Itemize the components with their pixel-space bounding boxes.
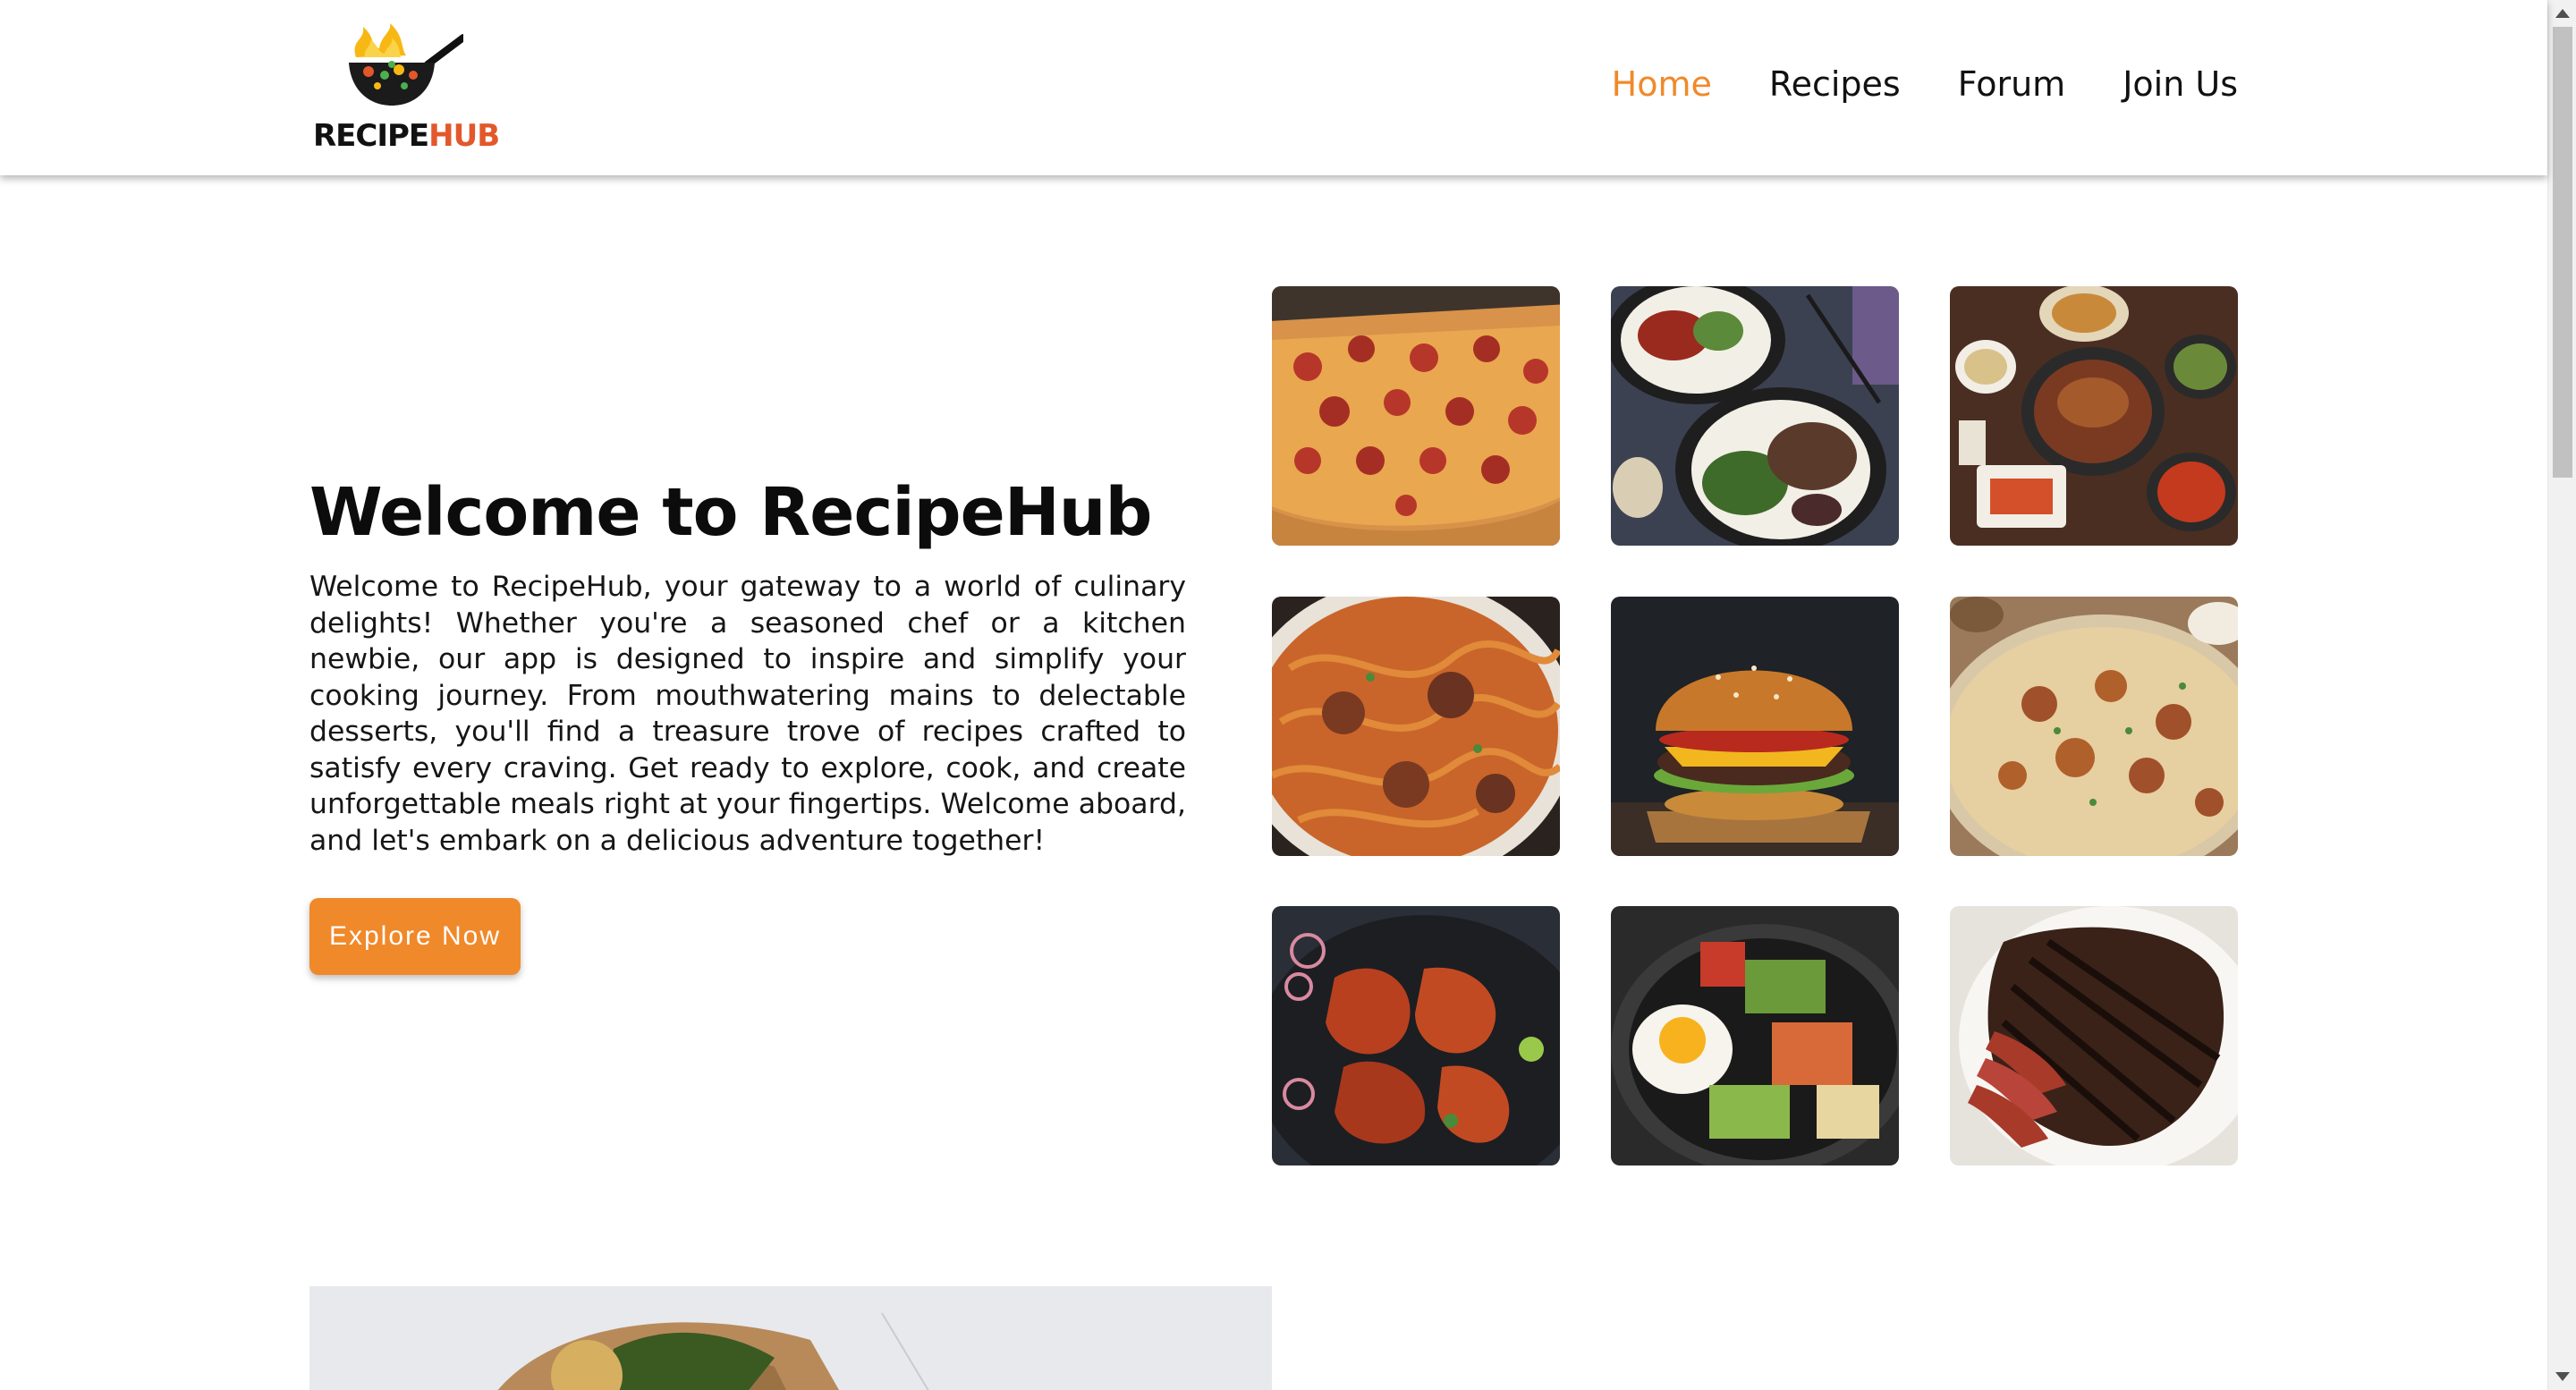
hero-title: Welcome to RecipeHub — [309, 474, 1152, 551]
logo-word-hub: HUB — [428, 118, 500, 154]
scrollbar-thumb[interactable] — [2553, 27, 2572, 478]
food-image-bibimbap[interactable] — [1611, 906, 1899, 1165]
explore-now-button[interactable]: Explore Now — [309, 898, 521, 975]
food-image-biryani[interactable] — [1950, 597, 2238, 856]
scroll-up-icon[interactable] — [2555, 9, 2570, 18]
nav-home[interactable]: Home — [1612, 64, 1712, 104]
food-image-grilled-steak[interactable] — [1950, 906, 2238, 1165]
nav-forum[interactable]: Forum — [1958, 64, 2065, 104]
food-image-spaghetti-meatballs[interactable] — [1272, 597, 1560, 856]
logo-word-recipe: RECIPE — [313, 118, 429, 154]
logo-text: RECIPEHUB — [313, 118, 500, 154]
food-image-tandoori-chicken[interactable] — [1272, 906, 1560, 1165]
food-image-burger[interactable] — [1611, 597, 1899, 856]
main-nav: Home Recipes Forum Join Us — [1612, 64, 2238, 104]
food-image-rice-bowls[interactable] — [1611, 286, 1899, 546]
wok-icon — [349, 23, 463, 106]
nav-join-us[interactable]: Join Us — [2123, 64, 2238, 104]
hero-description: Welcome to RecipeHub, your gateway to a … — [309, 571, 1186, 857]
food-image-pizza[interactable] — [1272, 286, 1560, 546]
scroll-down-icon[interactable] — [2555, 1372, 2570, 1381]
vertical-scrollbar[interactable] — [2547, 0, 2576, 1390]
nav-recipes[interactable]: Recipes — [1769, 64, 1901, 104]
hero-section: Welcome to RecipeHub Welcome to RecipeHu… — [309, 474, 1186, 859]
featured-food-image — [309, 1286, 1272, 1390]
page: RECIPEHUB Home Recipes Forum Join Us Wel… — [0, 0, 2576, 1390]
site-header: RECIPEHUB Home Recipes Forum Join Us — [0, 0, 2547, 175]
food-image-korean-table[interactable] — [1950, 286, 2238, 546]
recipehub-logo[interactable]: RECIPEHUB — [313, 21, 500, 156]
